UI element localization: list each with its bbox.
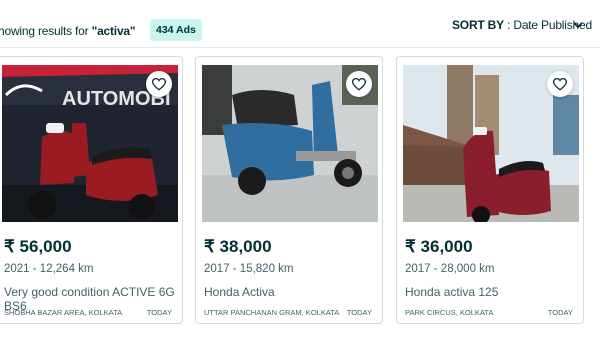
- listing-date: TODAY: [547, 308, 573, 317]
- listing-date: TODAY: [346, 308, 372, 317]
- listing-date: TODAY: [146, 308, 172, 317]
- ads-count-badge: 434 Ads: [150, 19, 202, 41]
- listing-meta: 2021 - 12,264 km: [4, 263, 94, 275]
- listing-price: ₹ 38,000: [204, 237, 272, 256]
- chevron-down-icon[interactable]: [572, 19, 584, 31]
- listing-card[interactable]: AUTOMOBI ₹ 56,000 2021 - 12,264 km Very …: [0, 56, 183, 324]
- heart-outline-icon: [553, 77, 567, 91]
- listing-meta: 2017 - 15,820 km: [204, 263, 294, 275]
- listing-title[interactable]: Honda activa 125: [405, 285, 498, 299]
- listing-price: ₹ 56,000: [4, 237, 72, 256]
- heart-outline-icon: [352, 77, 366, 91]
- scooter-headlight: [46, 123, 64, 133]
- listing-card[interactable]: ₹ 36,000 2017 - 28,000 km Honda activa 1…: [396, 56, 584, 324]
- favorite-button[interactable]: [547, 71, 573, 97]
- scooter-seat: [232, 90, 298, 129]
- listing-card[interactable]: ₹ 38,000 2017 - 15,820 km Honda Activa U…: [195, 56, 383, 324]
- scooter-apron: [40, 130, 74, 185]
- heart-outline-icon: [152, 77, 166, 91]
- listing-price: ₹ 36,000: [405, 237, 473, 256]
- scooter-body: [495, 168, 551, 215]
- listing-location: UTTAR PANCHANAN GRAM, KOLKATA: [204, 308, 340, 317]
- listing-title[interactable]: Honda Activa: [204, 285, 275, 299]
- header-divider: [0, 47, 600, 48]
- sort-dropdown[interactable]: SORT BY : Date Published: [452, 18, 592, 32]
- results-text: howing results for "activa": [0, 24, 136, 38]
- favorite-button[interactable]: [146, 71, 172, 97]
- scooter-headlight: [473, 127, 487, 135]
- listing-meta: 2017 - 28,000 km: [405, 263, 495, 275]
- results-prefix: howing results for: [0, 24, 92, 38]
- listing-location: SHOBHA BAZAR AREA, KOLKATA: [4, 308, 123, 317]
- favorite-button[interactable]: [346, 71, 372, 97]
- listing-location: PARK CIRCUS, KOLKATA: [405, 308, 494, 317]
- scooter-front: [463, 130, 499, 217]
- search-query: "activa": [91, 24, 136, 38]
- sort-label: SORT BY: [452, 18, 504, 32]
- results-header: howing results for "activa" 434 Ads SORT…: [0, 0, 600, 48]
